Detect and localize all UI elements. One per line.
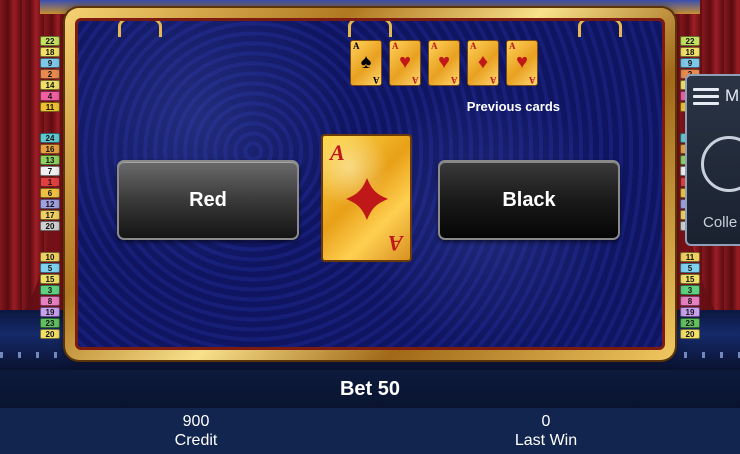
- line-number-tag: 9: [680, 58, 700, 68]
- line-number-tag: 15: [680, 274, 700, 284]
- credit-value: 900: [182, 413, 210, 430]
- line-number-tag: 2: [40, 69, 60, 79]
- line-number-tag: 11: [40, 102, 60, 112]
- current-card: A A: [321, 134, 412, 262]
- line-number-tag: 22: [680, 36, 700, 46]
- line-number-tag: 4: [40, 91, 60, 101]
- line-number-tag: 18: [40, 47, 60, 57]
- line-number-tag: 14: [40, 80, 60, 90]
- card-rank-top: A: [330, 140, 345, 165]
- line-number-tag: 19: [680, 307, 700, 317]
- previous-card: A ♥ A: [389, 40, 421, 86]
- line-number-tag: 5: [40, 263, 60, 273]
- line-number-tag: 17: [40, 210, 60, 220]
- card-suit-icon: ♥: [438, 51, 450, 73]
- credit-label: Credit: [174, 432, 218, 449]
- info-bar: 900 Credit 0 Last Win: [0, 408, 740, 454]
- black-button[interactable]: Black: [438, 160, 620, 240]
- line-number-tag: 24: [40, 133, 60, 143]
- bet-display[interactable]: Bet 50: [340, 378, 400, 401]
- line-number-tag: 3: [40, 285, 60, 295]
- previous-card: A ♥ A: [428, 40, 460, 86]
- previous-card: A ♦ A: [467, 40, 499, 86]
- line-number-tag: 1: [40, 177, 60, 187]
- previous-card-rank: A: [450, 75, 458, 85]
- collect-label[interactable]: Colle: [703, 214, 737, 231]
- bet-bar: Bet 50: [0, 370, 740, 408]
- previous-card-rank: A: [509, 41, 516, 51]
- previous-card-rank: A: [470, 41, 477, 51]
- card-suit-icon: ♥: [516, 51, 528, 73]
- line-number-tag: 8: [680, 296, 700, 306]
- card-suit-icon: ♥: [399, 51, 411, 73]
- side-menu-panel: M Colle: [685, 74, 740, 246]
- previous-card-rank: A: [411, 75, 419, 85]
- menu-icon[interactable]: [693, 88, 719, 106]
- previous-card-rank: A: [489, 75, 497, 85]
- line-number-tag: 20: [40, 221, 60, 231]
- line-number-tag: 5: [680, 263, 700, 273]
- line-number-tag: 23: [680, 318, 700, 328]
- line-number-tag: 20: [680, 329, 700, 339]
- credit-display: 900 Credit: [116, 412, 276, 450]
- previous-card-rank: A: [431, 41, 438, 51]
- previous-card-rank: A: [392, 41, 399, 51]
- line-number-tag: 7: [40, 166, 60, 176]
- previous-cards-row: A ♠ A A ♥ A A ♥ A A ♦ A A ♥ A: [350, 40, 538, 86]
- line-number-tag: 18: [680, 47, 700, 57]
- previous-card: A ♠ A: [350, 40, 382, 86]
- diamond-suit-icon: [346, 178, 388, 220]
- card-suit-icon: ♦: [477, 51, 489, 73]
- line-number-tag: 13: [40, 155, 60, 165]
- line-number-tag: 8: [40, 296, 60, 306]
- previous-card: A ♥ A: [506, 40, 538, 86]
- line-number-tag: 11: [680, 252, 700, 262]
- line-number-tag: 6: [40, 188, 60, 198]
- last-win-value: 0: [541, 413, 551, 430]
- previous-card-rank: A: [353, 41, 360, 51]
- last-win-label: Last Win: [514, 432, 578, 449]
- frame-ornament: [578, 21, 622, 37]
- last-win-display: 0 Last Win: [466, 412, 626, 450]
- previous-card-rank: A: [528, 75, 536, 85]
- line-number-tag: 15: [40, 274, 60, 284]
- line-number-tag: 3: [680, 285, 700, 295]
- line-number-tag: 19: [40, 307, 60, 317]
- card-suit-icon: ♠: [360, 51, 372, 73]
- line-number-tag: 9: [40, 58, 60, 68]
- previous-cards-label: Previous cards: [466, 99, 560, 114]
- line-number-tag: 10: [40, 252, 60, 262]
- frame-ornament: [348, 21, 392, 37]
- line-number-tag: 20: [40, 329, 60, 339]
- line-number-tag: 23: [40, 318, 60, 328]
- menu-label[interactable]: M: [725, 86, 739, 106]
- frame-ornament: [118, 21, 162, 37]
- line-number-tag: 22: [40, 36, 60, 46]
- card-rank-bottom: A: [388, 231, 403, 256]
- red-button[interactable]: Red: [117, 160, 299, 240]
- line-number-tag: 16: [40, 144, 60, 154]
- collect-circle-button[interactable]: [701, 136, 740, 192]
- line-number-tag: 12: [40, 199, 60, 209]
- previous-card-rank: A: [372, 75, 380, 85]
